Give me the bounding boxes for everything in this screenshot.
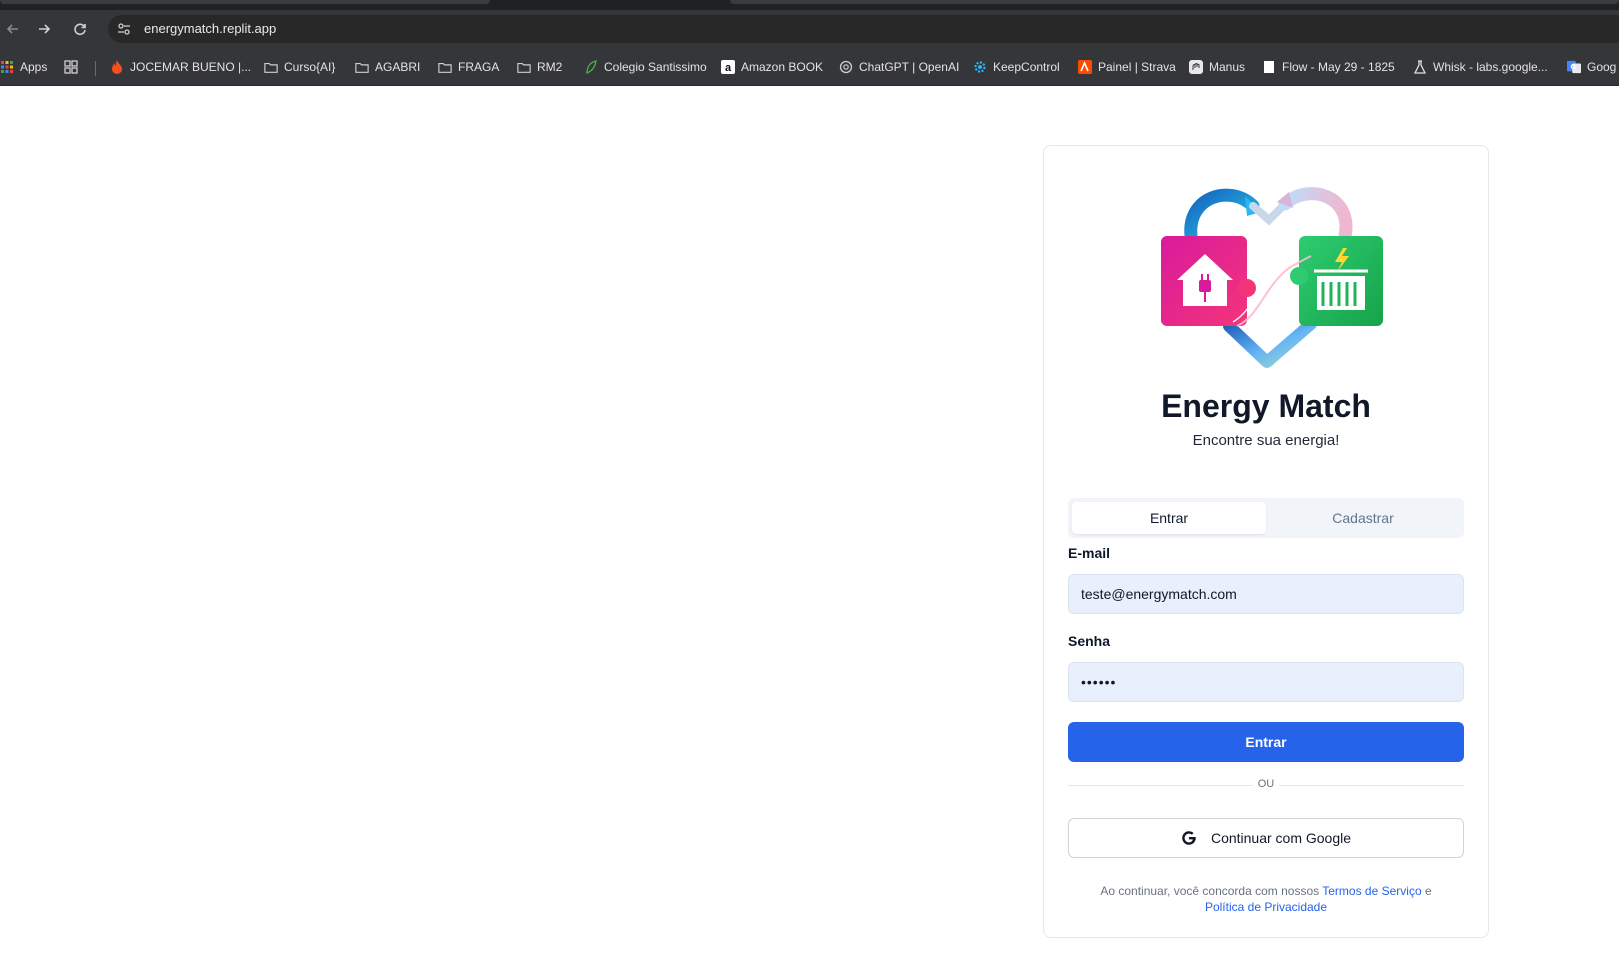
reload-icon xyxy=(74,23,86,36)
bookmark-label: KeepControl xyxy=(993,60,1060,74)
bookmarks-bar: Apps JOCEMAR BUENO |... Curso{AI} AGABRI… xyxy=(0,48,1619,86)
bookmark-colegio[interactable]: Colegio Santissimo xyxy=(584,58,707,76)
password-label: Senha xyxy=(1068,633,1111,649)
apps-grid-icon xyxy=(0,60,14,74)
bookmark-label: Manus xyxy=(1209,60,1246,74)
bookmark-strava[interactable]: Painel | Strava xyxy=(1078,58,1176,76)
tab-entrar[interactable]: Entrar xyxy=(1072,502,1266,534)
folder-icon xyxy=(264,60,278,74)
bookmark-separator xyxy=(95,61,96,76)
flask-icon xyxy=(1413,60,1427,74)
bookmark-label: Goog xyxy=(1587,60,1617,74)
google-button-label: Continuar com Google xyxy=(1210,830,1352,846)
bookmark-apps[interactable]: Apps xyxy=(0,58,47,76)
svg-text:a: a xyxy=(725,62,732,74)
bookmark-label: FRAGA xyxy=(458,60,500,74)
legal-notice: Ao continuar, você concorda com nossos T… xyxy=(1068,883,1464,915)
bookmark-amazon[interactable]: a Amazon BOOK xyxy=(721,58,823,76)
svg-text:G: G xyxy=(1571,64,1577,71)
google-icon xyxy=(1182,831,1196,845)
browser-tab-strip xyxy=(0,0,1619,10)
amazon-icon: a xyxy=(721,60,735,74)
bookmark-curso-ai[interactable]: Curso{AI} xyxy=(264,58,335,76)
privacy-link[interactable]: Política de Privacidade xyxy=(1205,900,1327,914)
terms-link[interactable]: Termos de Serviço xyxy=(1322,884,1421,898)
leaf-icon xyxy=(584,60,598,74)
bookmark-rm2[interactable]: RM2 xyxy=(517,58,562,76)
bookmark-google-translate[interactable]: G Goog xyxy=(1567,58,1616,76)
email-field[interactable] xyxy=(1068,574,1464,614)
legal-prefix: Ao continuar, você concorda com nossos xyxy=(1100,884,1320,898)
back-arrow-icon xyxy=(6,24,18,34)
auth-tabs: Entrar Cadastrar xyxy=(1068,498,1464,538)
tab-hint xyxy=(0,0,490,4)
reload-button[interactable] xyxy=(67,16,93,42)
openai-icon xyxy=(839,60,853,74)
forward-arrow-icon xyxy=(39,24,51,34)
app-subtitle: Encontre sua energia! xyxy=(1192,432,1340,449)
manus-icon xyxy=(1189,60,1203,74)
bookmark-label: Curso{AI} xyxy=(284,60,336,74)
bookmark-jocemar[interactable]: JOCEMAR BUENO |... xyxy=(110,58,251,76)
bookmark-label: Apps xyxy=(20,60,48,74)
bookmark-flow[interactable]: Flow - May 29 - 1825 xyxy=(1262,58,1395,76)
url-text[interactable]: energymatch.replit.app xyxy=(144,21,276,36)
bookmark-keepcontrol[interactable]: KeepControl xyxy=(973,58,1060,76)
strava-icon xyxy=(1078,60,1092,74)
bookmark-whisk[interactable]: Whisk - labs.google... xyxy=(1413,58,1548,76)
bookmark-label: ChatGPT | OpenAI xyxy=(859,60,960,74)
bookmark-label: Colegio Santissimo xyxy=(604,60,707,74)
page-icon xyxy=(1262,60,1276,74)
address-bar[interactable]: energymatch.replit.app xyxy=(108,15,1619,43)
tab-hint xyxy=(730,0,1619,4)
bookmark-chatgpt[interactable]: ChatGPT | OpenAI xyxy=(839,58,959,76)
bookmark-fraga[interactable]: FRAGA xyxy=(438,58,499,76)
folder-icon xyxy=(517,60,531,74)
bookmark-label: AGABRI xyxy=(375,60,421,74)
google-translate-icon: G xyxy=(1567,60,1581,74)
login-submit-button[interactable]: Entrar xyxy=(1068,722,1464,762)
folder-icon xyxy=(438,60,452,74)
browser-toolbar: energymatch.replit.app xyxy=(0,10,1619,48)
bookmark-label: Painel | Strava xyxy=(1098,60,1176,74)
folder-icon xyxy=(355,60,369,74)
energy-match-logo xyxy=(1161,187,1383,368)
divider-text: OU xyxy=(1257,778,1275,790)
or-divider: OU xyxy=(1068,777,1464,793)
email-label: E-mail xyxy=(1068,545,1111,561)
bookmark-label: RM2 xyxy=(537,60,563,74)
login-card: Energy Match Encontre sua energia! Entra… xyxy=(1043,145,1489,938)
bookmark-agabri[interactable]: AGABRI xyxy=(355,58,420,76)
app-title: Energy Match xyxy=(1161,388,1371,424)
google-login-button[interactable]: Continuar com Google xyxy=(1068,818,1464,858)
password-field[interactable] xyxy=(1068,662,1464,702)
bookmark-label: Whisk - labs.google... xyxy=(1433,60,1548,74)
bookmark-label: Amazon BOOK xyxy=(741,60,824,74)
bookmark-manus[interactable]: Manus xyxy=(1189,58,1245,76)
tab-groups-icon xyxy=(64,60,78,74)
legal-and: e xyxy=(1424,884,1432,898)
back-button[interactable] xyxy=(0,16,26,42)
tab-cadastrar[interactable]: Cadastrar xyxy=(1266,502,1460,534)
forward-button[interactable] xyxy=(31,16,57,42)
bookmark-label: JOCEMAR BUENO |... xyxy=(130,60,252,74)
bookmark-label: Flow - May 29 - 1825 xyxy=(1282,60,1395,74)
flame-icon xyxy=(110,60,124,74)
site-settings-icon[interactable] xyxy=(114,19,134,39)
gear-icon xyxy=(973,60,987,74)
bookmark-tab-groups[interactable] xyxy=(64,58,78,76)
